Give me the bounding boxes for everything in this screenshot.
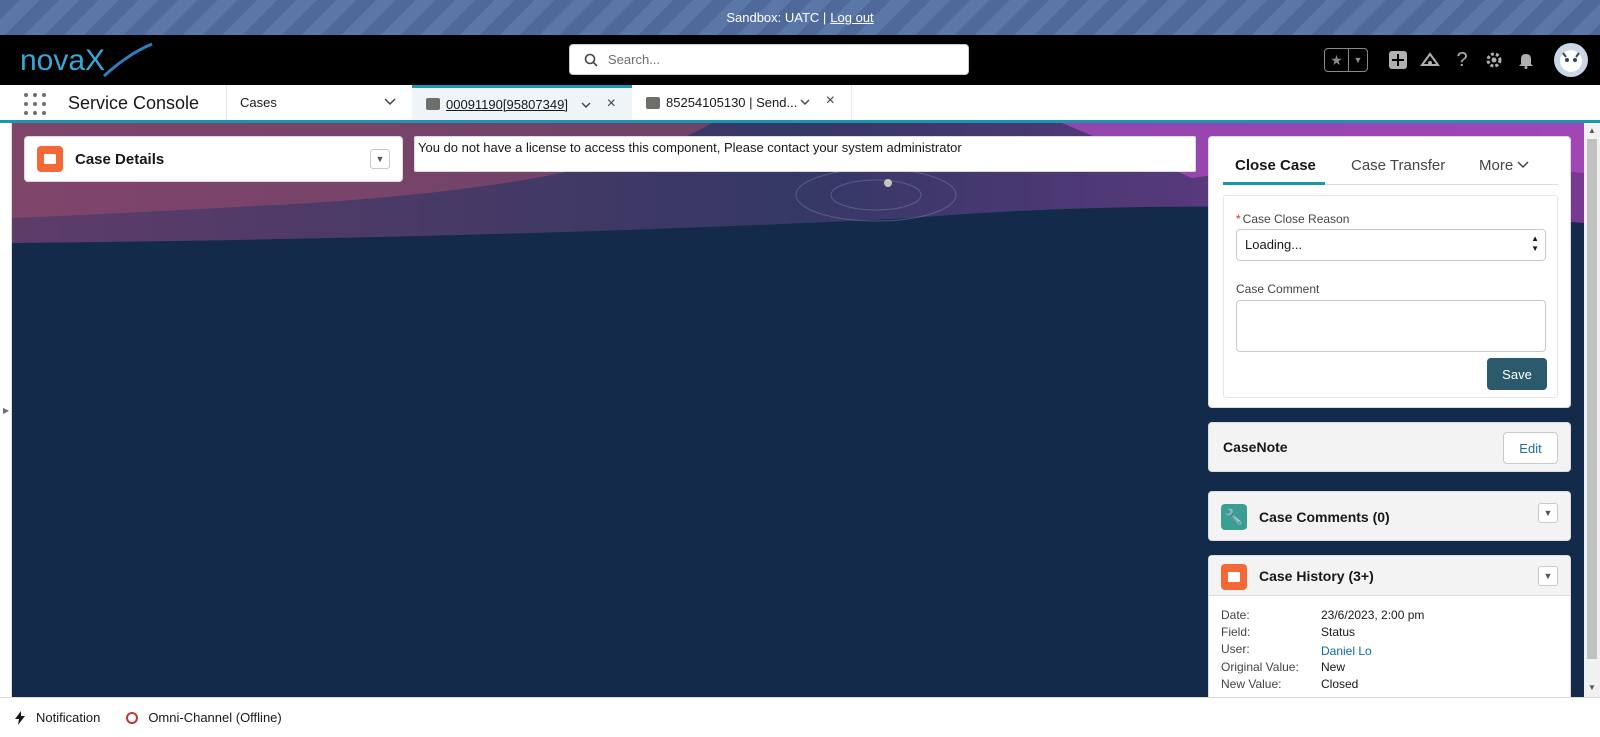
app-name: Service Console <box>68 93 200 113</box>
svg-text:novaX: novaX <box>20 44 105 77</box>
case-details-card: Case Details ▼ <box>24 136 403 182</box>
contact-card-icon <box>646 96 660 109</box>
edit-button[interactable]: Edit <box>1503 432 1558 464</box>
left-panel-toggle[interactable]: ▶ <box>0 123 12 697</box>
lightning-icon <box>15 710 25 725</box>
case-comment-label: Case Comment <box>1236 282 1320 296</box>
app-launcher-icon[interactable] <box>24 93 46 115</box>
tab-label: 00091190[95807349] <box>446 96 568 112</box>
close-case-card: Close Case Case Transfer More * Case Clos… <box>1208 136 1571 408</box>
tab-more[interactable]: More <box>1479 157 1529 174</box>
favorites-group[interactable]: ★ ▼ <box>1324 48 1368 72</box>
scroll-down-icon[interactable]: ▼ <box>1588 683 1596 692</box>
search-icon <box>584 53 598 67</box>
novax-logo[interactable]: novaX <box>18 40 158 82</box>
case-comment-textarea[interactable] <box>1236 300 1546 352</box>
close-case-form: * Case Close Reason Loading... ▲ ▼ Case Co… <box>1223 195 1558 398</box>
user-link[interactable]: Daniel Lo <box>1321 644 1372 658</box>
sandbox-banner: Sandbox: UATC | Log out <box>0 0 1600 35</box>
header-actions: ★ ▼ ? <box>1324 43 1588 77</box>
tab-case-00091190[interactable]: 00091190[95807349] × <box>412 85 632 120</box>
sandbox-label: Sandbox: UATC | <box>726 10 827 25</box>
scroll-thumb[interactable] <box>1587 139 1597 659</box>
case-history-title[interactable]: Case History (3+) <box>1259 568 1374 584</box>
case-icon <box>37 146 63 172</box>
case-details-menu-button[interactable]: ▼ <box>370 149 390 169</box>
help-icon[interactable]: ? <box>1451 49 1473 71</box>
chevron-down-icon <box>1517 161 1529 169</box>
sort-arrows-icon: ▲ ▼ <box>1531 234 1539 253</box>
case-note-title: CaseNote <box>1223 439 1288 455</box>
chevron-down-icon[interactable] <box>383 95 397 109</box>
save-button[interactable]: Save <box>1487 358 1547 390</box>
chevron-down-icon[interactable] <box>799 96 811 108</box>
tab-close-case[interactable]: Close Case <box>1235 157 1316 174</box>
wrench-icon: 🔧 <box>1221 504 1247 530</box>
close-icon[interactable]: × <box>607 96 616 112</box>
case-icon <box>1221 564 1247 590</box>
case-comments-title[interactable]: Case Comments (0) <box>1259 509 1390 525</box>
case-history-header: Case History (3+) ▼ <box>1209 556 1570 596</box>
case-history-menu-button[interactable]: ▼ <box>1538 566 1558 586</box>
active-tab-indicator <box>1223 182 1325 185</box>
search-input[interactable] <box>608 52 948 67</box>
scroll-up-icon[interactable]: ▲ <box>1588 126 1596 135</box>
case-history-card: Case History (3+) ▼ Date: 23/6/2023, 2:00… <box>1208 555 1571 705</box>
chevron-down-icon[interactable] <box>580 99 592 111</box>
license-message: You do not have a license to access this… <box>414 136 1196 172</box>
console-navigation: Service Console Cases 00091190[95807349]… <box>0 85 1600 123</box>
case-close-reason-label: * Case Close Reason <box>1236 212 1350 226</box>
chevron-down-icon[interactable]: ▼ <box>1349 49 1367 71</box>
tab-case-transfer[interactable]: Case Transfer <box>1351 157 1445 174</box>
nav-item-cases[interactable]: Cases <box>240 95 277 110</box>
tab-label: 85254105130 | Send... <box>666 95 798 110</box>
divider <box>226 85 227 120</box>
tab-85254105130[interactable]: 85254105130 | Send... × <box>632 85 852 120</box>
case-comments-card: 🔧 Case Comments (0) ▼ <box>1208 491 1571 541</box>
global-header: novaX ★ ▼ ? <box>0 35 1600 85</box>
case-note-card: CaseNote Edit <box>1208 422 1571 472</box>
global-search[interactable] <box>569 44 969 75</box>
briefcase-icon <box>426 98 440 110</box>
logout-link[interactable]: Log out <box>830 10 873 25</box>
case-details-title: Case Details <box>75 150 165 168</box>
add-icon[interactable] <box>1387 49 1409 71</box>
chevron-right-icon[interactable]: ▶ <box>3 406 9 415</box>
utility-bar: Notification Omni-Channel (Offline) <box>0 697 1600 737</box>
notification-utility[interactable]: Notification <box>14 710 100 725</box>
trailhead-icon[interactable] <box>1419 49 1441 71</box>
bell-icon[interactable] <box>1515 49 1537 71</box>
star-icon[interactable]: ★ <box>1325 49 1349 71</box>
close-case-tabs: Close Case Case Transfer More <box>1223 151 1558 185</box>
case-close-reason-select[interactable]: Loading... ▲ ▼ <box>1236 229 1546 261</box>
offline-status-icon <box>126 711 139 724</box>
omni-channel-utility[interactable]: Omni-Channel (Offline) <box>114 710 282 725</box>
avatar[interactable] <box>1554 43 1588 77</box>
gear-icon[interactable] <box>1483 49 1505 71</box>
case-comments-menu-button[interactable]: ▼ <box>1538 503 1558 523</box>
close-icon[interactable]: × <box>826 93 835 109</box>
page-scrollbar[interactable]: ▲ ▼ <box>1584 123 1600 697</box>
